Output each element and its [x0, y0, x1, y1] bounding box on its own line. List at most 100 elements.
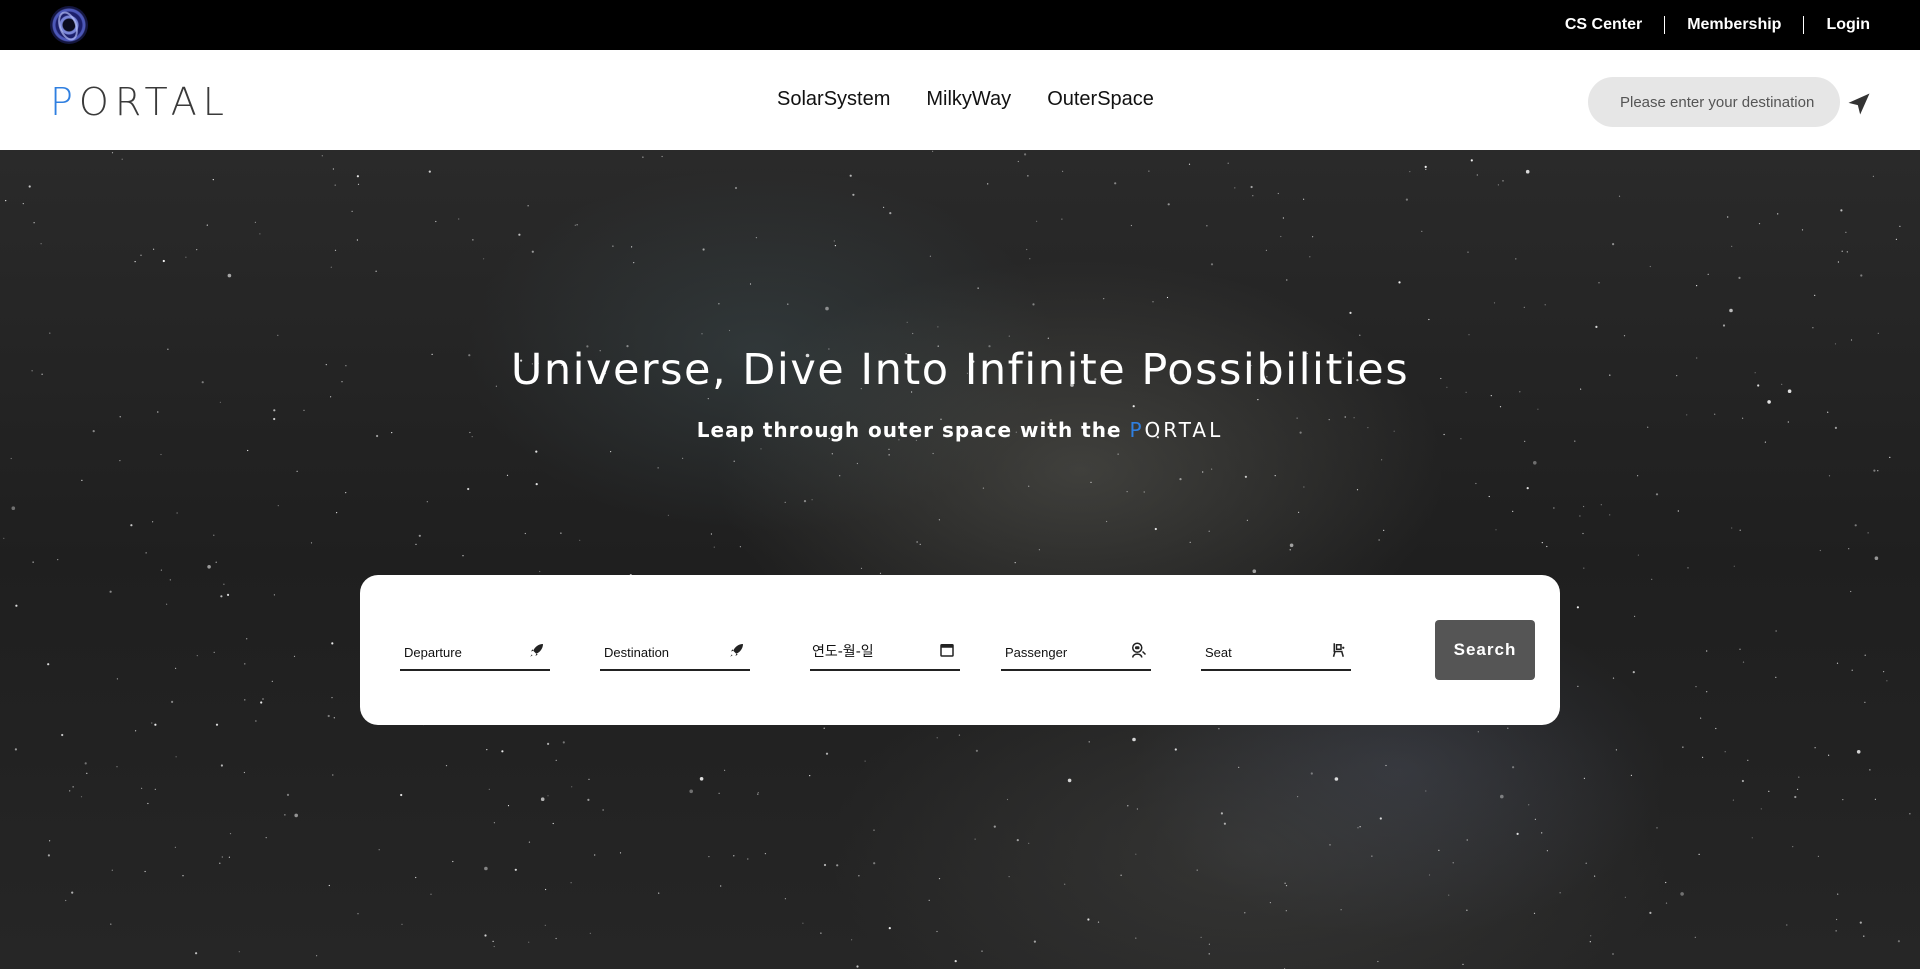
- star: [1859, 921, 1862, 924]
- star: [321, 155, 323, 157]
- star: [1797, 788, 1799, 791]
- star: [330, 396, 332, 398]
- hero-subtitle-text: Leap through outer space with the: [696, 418, 1130, 442]
- star: [1528, 804, 1530, 806]
- search-button[interactable]: Search: [1435, 620, 1535, 680]
- cs-center-link[interactable]: CS Center: [1565, 16, 1642, 34]
- star: [1097, 921, 1100, 923]
- star: [294, 813, 299, 818]
- star: [1534, 818, 1536, 820]
- star: [1872, 175, 1874, 177]
- star: [375, 270, 377, 272]
- star: [428, 170, 431, 173]
- star: [1883, 671, 1885, 673]
- star: [5, 200, 7, 202]
- star: [1576, 606, 1579, 609]
- star: [728, 329, 731, 332]
- star: [1741, 779, 1744, 783]
- star: [331, 697, 333, 699]
- nav-item-solarsystem[interactable]: SolarSystem: [777, 88, 890, 111]
- star: [1120, 874, 1122, 876]
- star: [1827, 411, 1829, 413]
- login-link[interactable]: Login: [1826, 16, 1870, 34]
- star: [81, 479, 83, 481]
- destination-search-input[interactable]: [1588, 77, 1840, 127]
- star: [658, 892, 660, 894]
- star: [1544, 304, 1546, 306]
- portal-ring-logo-icon[interactable]: [50, 6, 88, 44]
- star: [1595, 325, 1598, 328]
- star: [1895, 238, 1897, 240]
- star: [825, 306, 829, 311]
- date-field[interactable]: 연도-월-일: [810, 629, 960, 671]
- star: [378, 849, 380, 851]
- star: [255, 720, 257, 722]
- star: [1680, 892, 1684, 896]
- star: [1006, 798, 1009, 801]
- star: [1357, 827, 1359, 829]
- star: [401, 923, 403, 925]
- star: [531, 250, 534, 253]
- star: [273, 409, 276, 412]
- star: [293, 655, 296, 657]
- nav-item-outerspace[interactable]: OuterSpace: [1047, 88, 1154, 111]
- star: [1016, 839, 1019, 842]
- star: [1775, 676, 1777, 678]
- paper-plane-icon[interactable]: [1845, 90, 1873, 118]
- passenger-field: [1001, 629, 1151, 671]
- star: [1546, 850, 1548, 852]
- star: [802, 922, 804, 924]
- star: [1727, 216, 1729, 218]
- star: [1612, 243, 1615, 246]
- date-input[interactable]: 연도-월-일: [812, 641, 874, 661]
- star: [631, 246, 633, 248]
- star: [1383, 529, 1385, 531]
- star: [1848, 548, 1850, 550]
- star: [594, 854, 596, 856]
- star: [430, 893, 432, 895]
- star: [1812, 327, 1814, 329]
- hero-title: Universe, Dive Into Infinite Possibiliti…: [510, 345, 1410, 395]
- star: [849, 174, 852, 177]
- star: [1234, 187, 1236, 189]
- calendar-icon[interactable]: [938, 641, 956, 659]
- star: [152, 521, 154, 523]
- star: [486, 749, 488, 751]
- star: [1874, 556, 1879, 560]
- star: [928, 899, 930, 901]
- star: [1218, 728, 1220, 730]
- star: [1828, 475, 1831, 477]
- star: [467, 487, 470, 491]
- star: [415, 876, 417, 879]
- star: [1828, 754, 1830, 756]
- star: [246, 638, 248, 640]
- star: [710, 533, 713, 535]
- star: [975, 749, 979, 752]
- star: [1468, 334, 1470, 336]
- star: [1786, 924, 1788, 926]
- star: [1452, 862, 1454, 864]
- star: [547, 742, 550, 746]
- membership-link[interactable]: Membership: [1687, 16, 1781, 34]
- star: [1135, 937, 1137, 939]
- star: [273, 594, 275, 596]
- star: [888, 448, 890, 450]
- star: [1127, 805, 1129, 807]
- star: [1379, 817, 1382, 820]
- brand-logo[interactable]: PORTAL: [50, 80, 230, 124]
- nav-item-milkyway[interactable]: MilkyWay: [926, 88, 1011, 111]
- star: [535, 483, 538, 486]
- star: [175, 756, 177, 758]
- star: [1594, 875, 1596, 877]
- star: [1208, 530, 1210, 532]
- star: [1381, 459, 1383, 461]
- star: [1289, 543, 1294, 548]
- star: [157, 411, 159, 413]
- star: [784, 501, 786, 503]
- utility-links: CS Center Membership Login: [1565, 0, 1870, 50]
- star: [47, 854, 51, 857]
- star: [1577, 685, 1579, 688]
- star: [1777, 213, 1779, 215]
- star: [72, 786, 74, 788]
- star: [1064, 883, 1066, 885]
